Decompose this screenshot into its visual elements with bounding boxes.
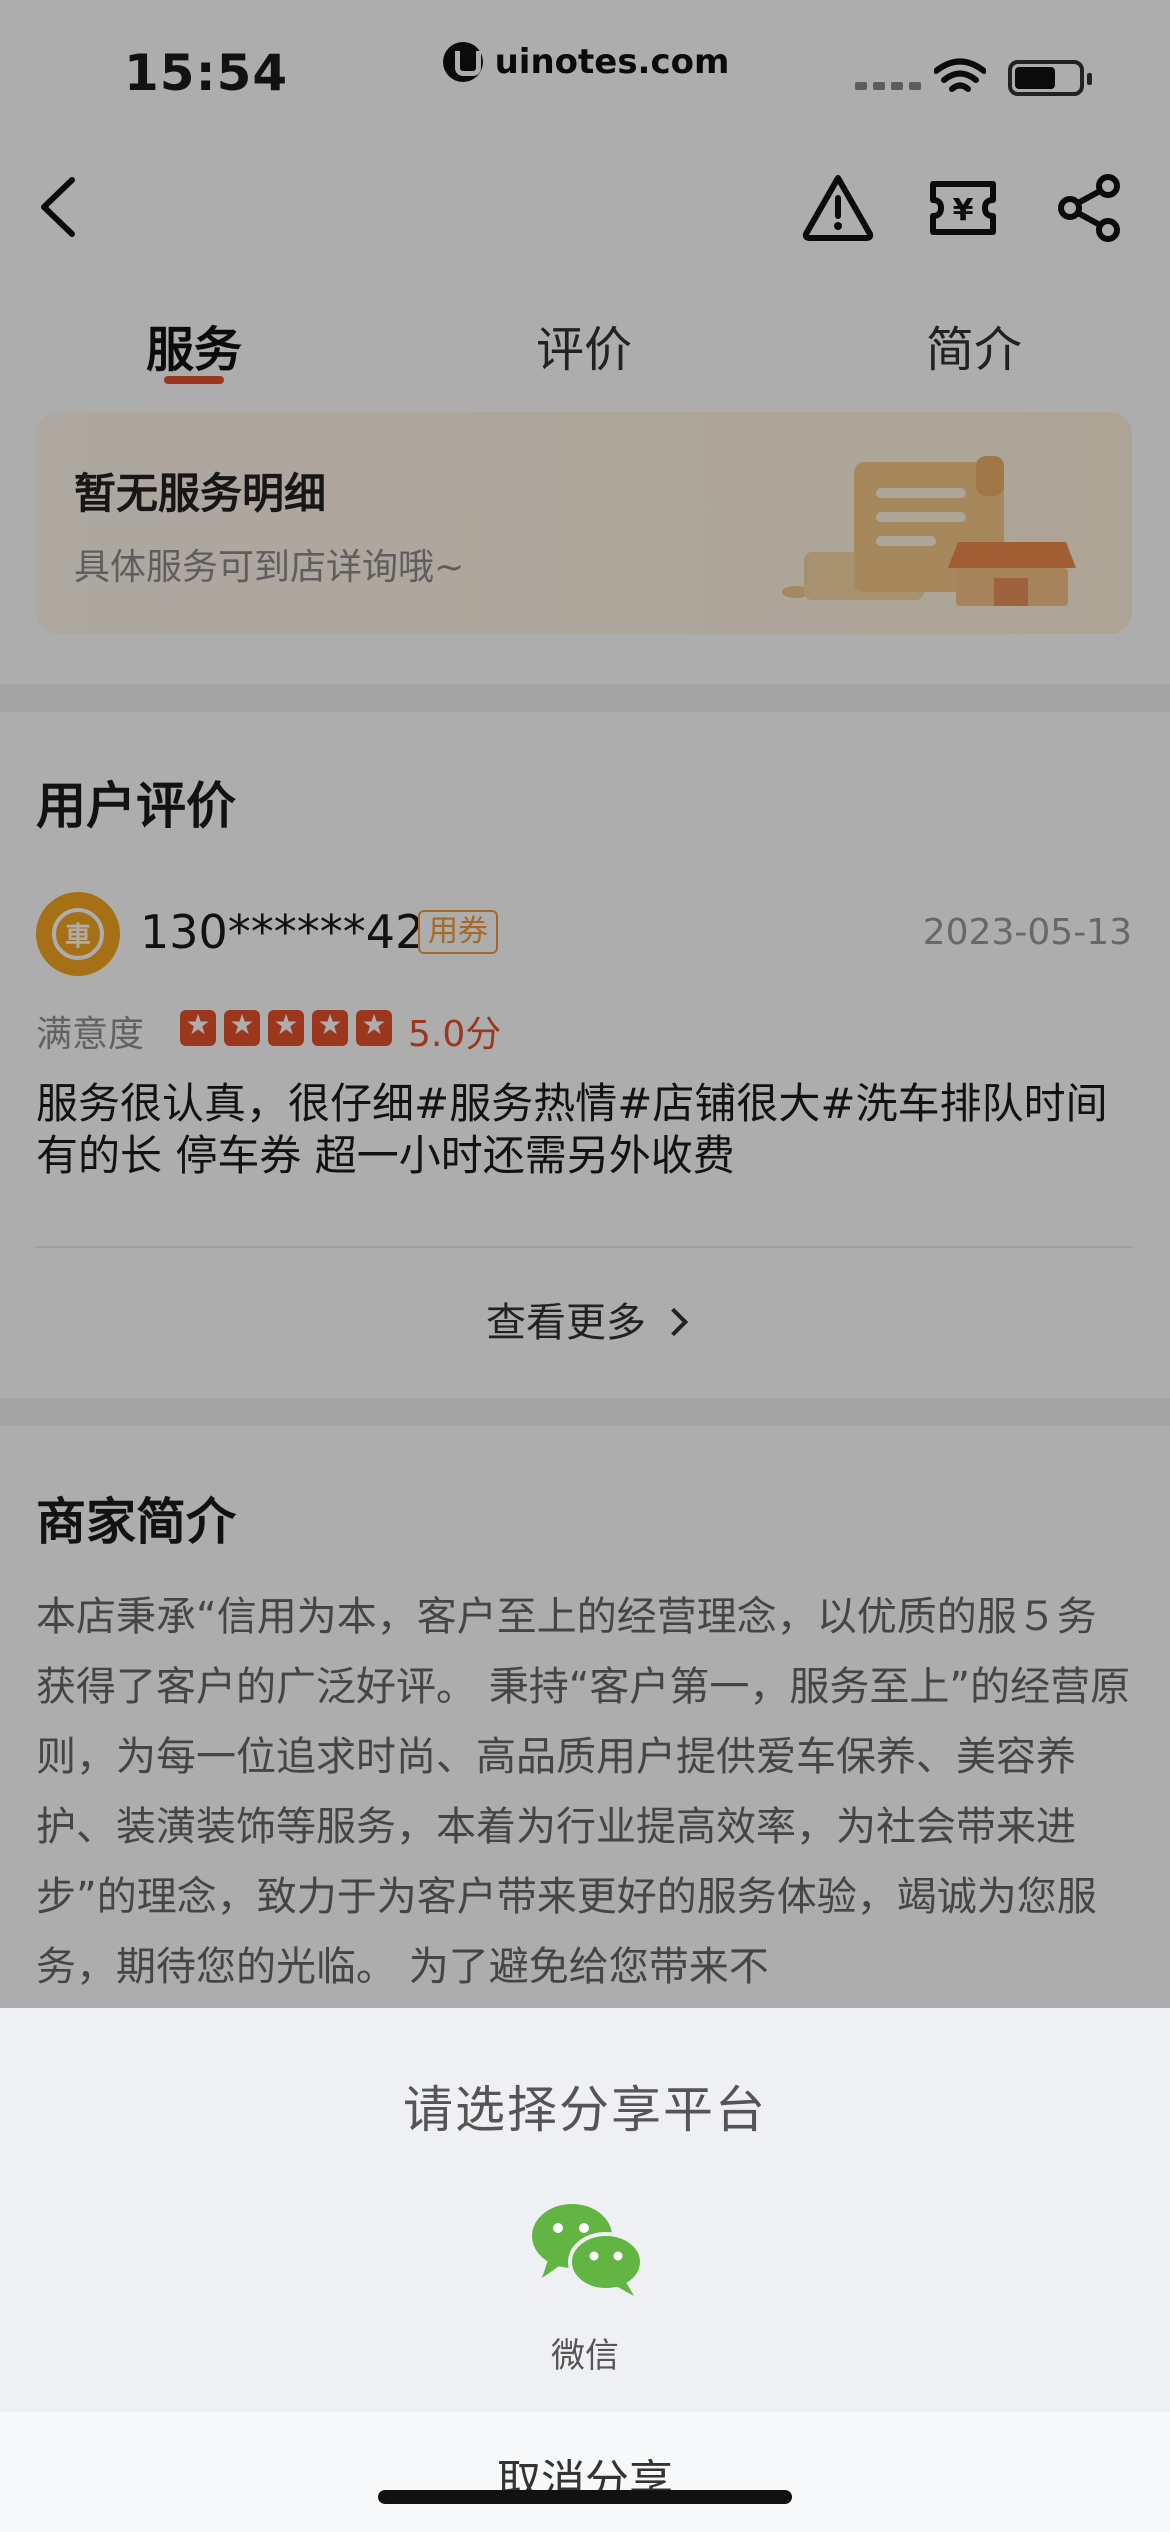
page: 15:54 uinotes.com ¥ 服务 评价 简介 暂无服务明细 具体服务… bbox=[0, 0, 1170, 2532]
share-wechat-label: 微信 bbox=[551, 2336, 619, 2376]
share-wechat-button[interactable]: 微信 bbox=[520, 2198, 650, 2376]
cancel-share-button[interactable]: 取消分享 bbox=[0, 2412, 1170, 2532]
wechat-icon bbox=[532, 2204, 644, 2296]
share-sheet: 请选择分享平台 微信 取消分享 bbox=[0, 2008, 1170, 2532]
share-sheet-title: 请选择分享平台 bbox=[403, 2081, 767, 2139]
home-indicator bbox=[378, 2490, 792, 2504]
